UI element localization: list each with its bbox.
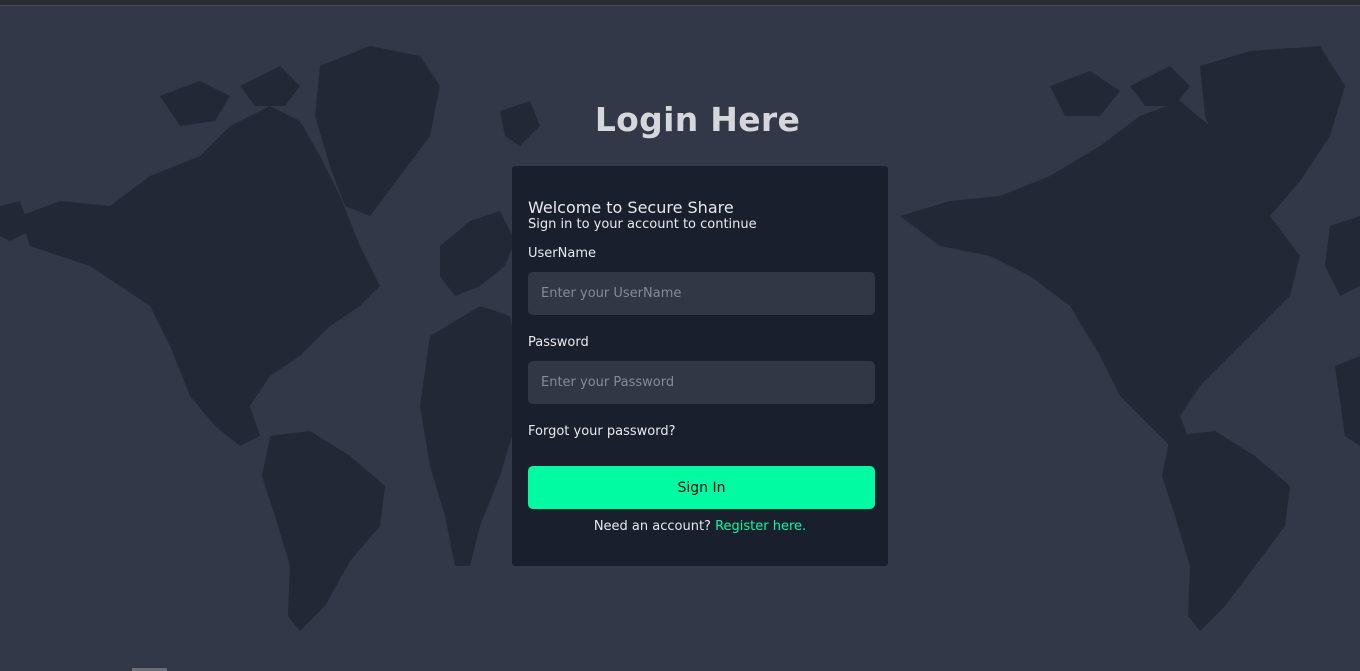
europe-right — [1325, 216, 1360, 296]
africa-right — [1335, 356, 1360, 446]
africa-left — [420, 306, 520, 566]
login-card: Welcome to Secure Share Sign in to your … — [512, 166, 888, 566]
welcome-subtitle: Sign in to your account to continue — [528, 217, 757, 232]
username-input[interactable] — [528, 272, 875, 315]
password-label: Password — [528, 335, 589, 350]
south-america-left — [262, 431, 385, 631]
north-america-left — [20, 106, 380, 446]
register-line: Need an account? Register here. — [512, 519, 888, 534]
username-label: UserName — [528, 246, 596, 261]
register-prompt: Need an account? — [593, 519, 716, 534]
south-america-right — [1162, 431, 1290, 631]
password-input[interactable] — [528, 361, 875, 404]
page-title: Login Here — [594, 100, 801, 139]
sign-in-button[interactable]: Sign In — [528, 466, 875, 509]
forgot-password-link[interactable]: Forgot your password? — [528, 424, 676, 439]
europe-left — [440, 211, 515, 296]
register-link[interactable]: Register here. — [715, 519, 806, 534]
welcome-heading: Welcome to Secure Share — [528, 198, 734, 217]
